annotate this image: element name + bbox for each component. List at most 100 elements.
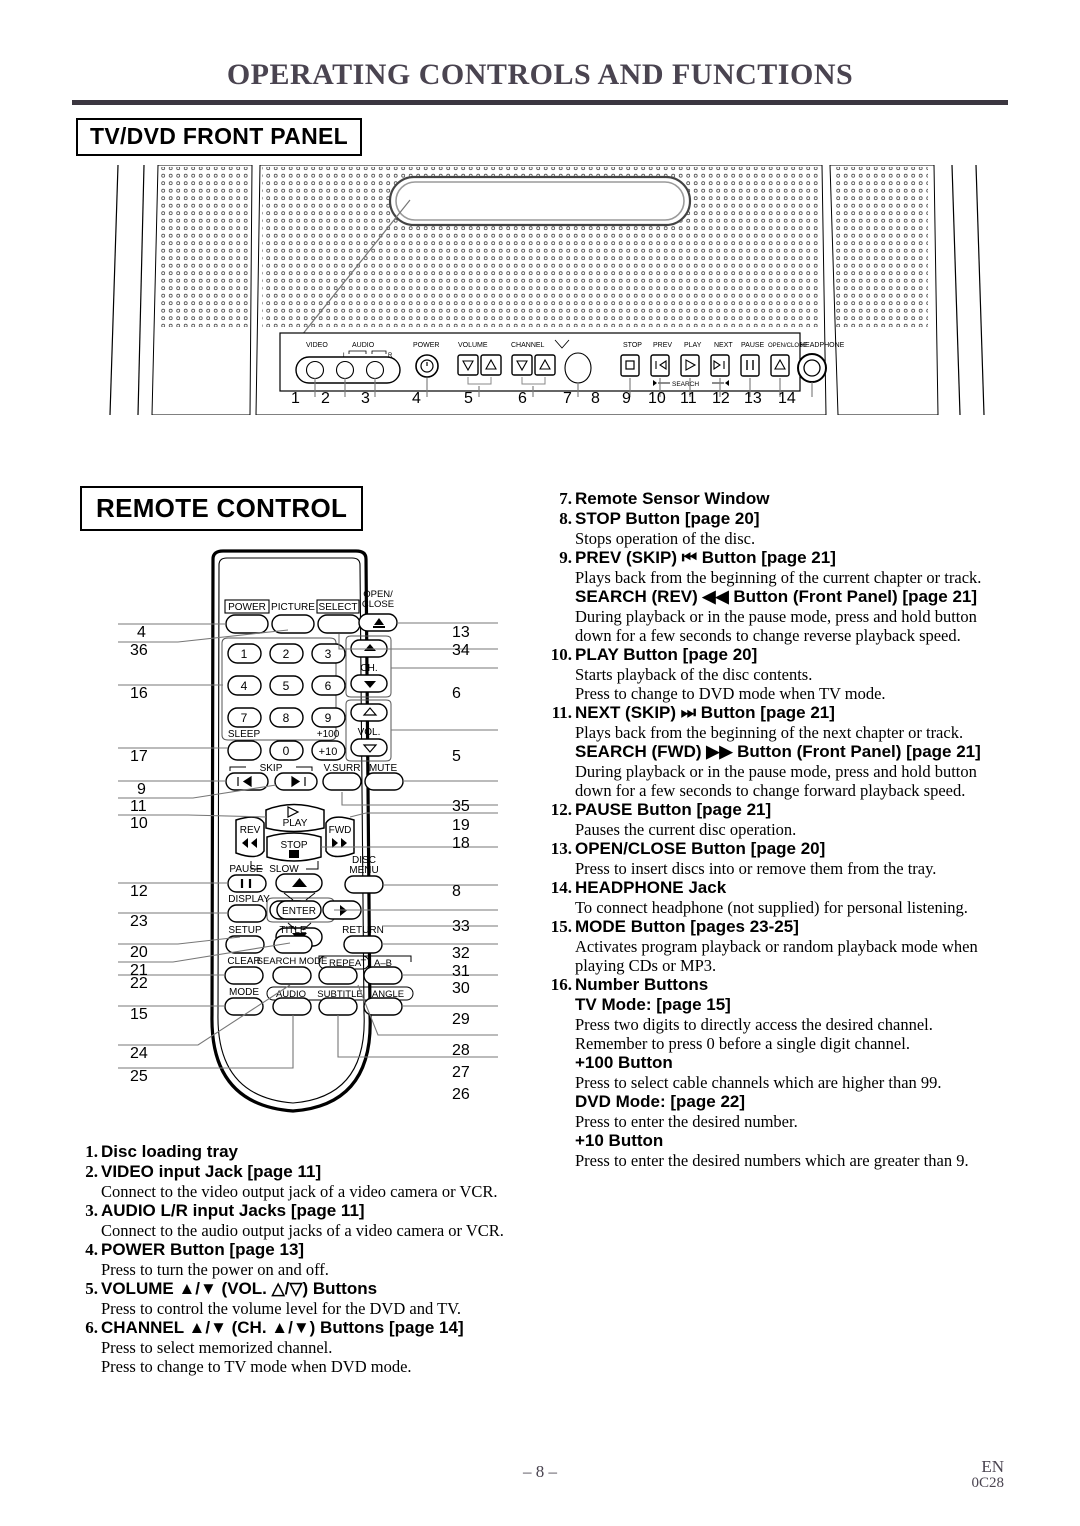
svg-text:4: 4 (241, 679, 248, 693)
svg-text:SETUP: SETUP (228, 925, 262, 936)
description-item: 11. NEXT (SKIP) ⏭ Button [page 21] Plays b… (545, 703, 1013, 800)
description-item-heading: 7. Remote Sensor Window (545, 489, 1013, 509)
description-item-heading: 5. VOLUME ▲/▼ (VOL. △/▽) Buttons (78, 1279, 540, 1299)
svg-text:3: 3 (325, 647, 332, 661)
description-item-number: 3. (85, 1200, 98, 1220)
fp-callout-9: 9 (622, 390, 631, 407)
description-item-title: PAUSE Button [page 21] (575, 800, 772, 820)
section-heading-front-panel: TV/DVD FRONT PANEL (76, 118, 362, 156)
description-list-left: 1. Disc loading tray 2. VIDEO input Jack [p… (78, 1142, 540, 1376)
rc-callout-right-5: 5 (452, 748, 461, 765)
description-item: 15. MODE Button [pages 23-25] Activates pr… (545, 917, 1013, 975)
description-item-number: 13. (550, 839, 572, 859)
fp-callout-11: 11 (680, 390, 697, 407)
svg-text:REV: REV (240, 825, 261, 836)
svg-text:6: 6 (325, 679, 332, 693)
svg-text:AUDIO: AUDIO (352, 342, 375, 349)
description-item: 10. PLAY Button [page 20] Starts playback … (545, 645, 1013, 703)
description-item-number: 7. (559, 489, 572, 508)
description-item-heading: 10. PLAY Button [page 20] (545, 645, 1013, 665)
svg-text:5: 5 (283, 679, 290, 693)
description-item-heading: 16. Number Buttons (545, 975, 1013, 995)
rc-callout-left-11: 11 (130, 798, 147, 815)
svg-text:2: 2 (283, 647, 290, 661)
description-item-title: VIDEO input Jack [page 11] (101, 1161, 322, 1181)
description-item-title: VOLUME ▲/▼ (VOL. △/▽) Buttons (101, 1278, 378, 1298)
description-item: 14. HEADPHONE Jack To connect headphone (n… (545, 878, 1013, 917)
rc-callout-left-36: 36 (130, 642, 148, 659)
svg-text:VOL.: VOL. (358, 727, 381, 738)
svg-text:8: 8 (283, 711, 290, 725)
svg-text:0: 0 (283, 744, 290, 758)
description-item: 4. POWER Button [page 13] Press to turn th… (78, 1240, 540, 1279)
description-item-number: 9. (559, 547, 572, 567)
description-item: 2. VIDEO input Jack [page 11] Connect to t… (78, 1162, 540, 1201)
description-item-body: Press to turn the power on and off. (101, 1259, 329, 1279)
description-item-body: Plays back from the beginning of the nex… (575, 723, 964, 742)
description-item-title: STOP Button [page 20] (575, 508, 760, 528)
rc-callout-right-30: 30 (452, 980, 470, 997)
description-item-title: AUDIO L/R input Jacks [page 11] (101, 1200, 365, 1220)
svg-text:STOP: STOP (623, 342, 642, 349)
remote-control-illustration: POWER PICTURE SELECT OPEN/ CLOSE 1 2 3 4… (118, 545, 498, 1135)
description-item-number: 4. (85, 1239, 98, 1259)
description-item-number: 12. (550, 800, 572, 820)
footer-code: 0C28 (971, 1474, 1004, 1491)
front-panel-illustration: VIDEO AUDIO L R POWER VOLUME CHANNEL STO… (100, 165, 990, 415)
svg-text:VIDEO: VIDEO (306, 342, 328, 349)
fp-callout-10: 10 (648, 390, 666, 407)
rc-callout-left-4: 4 (137, 624, 146, 641)
footer-page-number: – 8 – (523, 1462, 557, 1481)
footer-meta: EN 0C28 (971, 1458, 1004, 1492)
description-item-body: Stops operation of the disc. (575, 528, 756, 548)
description-item-body: Pauses the current disc operation. (575, 820, 797, 840)
fp-callout-13: 13 (744, 390, 762, 407)
description-item: 7. Remote Sensor Window (545, 489, 1013, 509)
description-item-title: PREV (SKIP) ⏮ Button [page 21] (575, 547, 836, 567)
description-item-title: MODE Button [pages 23-25] (575, 917, 799, 937)
description-item: 8. STOP Button [page 20] Stops operation o… (545, 509, 1013, 548)
rc-callout-left-24: 24 (130, 1045, 148, 1062)
rc-callout-left-20: 20 (130, 944, 148, 961)
svg-text:CHANNEL: CHANNEL (511, 342, 545, 349)
rc-callout-left-12: 12 (130, 883, 148, 900)
svg-text:+10: +10 (319, 746, 338, 758)
svg-text:CH.: CH. (360, 663, 377, 674)
title-divider (72, 100, 1008, 105)
svg-text:VOLUME: VOLUME (458, 342, 488, 349)
rc-callout-left-15: 15 (130, 1006, 148, 1023)
svg-text:PLAY: PLAY (684, 342, 702, 349)
svg-text:PICTURE: PICTURE (271, 602, 315, 613)
rc-callout-right-29: 29 (452, 1011, 470, 1028)
description-item-body: Press to change to DVD mode when TV mode… (575, 684, 886, 703)
description-subitem-body: During playback or in the pause mode, pr… (575, 762, 977, 801)
fp-callout-14: 14 (778, 390, 796, 407)
svg-text:FWD: FWD (329, 825, 352, 836)
description-item-body: Press to insert discs into or remove the… (575, 859, 937, 879)
description-item-heading: 6. CHANNEL ▲/▼ (CH. ▲/▼) Buttons [page 14… (78, 1318, 540, 1338)
rc-callout-right-26: 26 (452, 1086, 470, 1103)
svg-text:NEXT: NEXT (714, 342, 733, 349)
fp-callout-12: 12 (712, 390, 730, 407)
rc-callout-right-13: 13 (452, 624, 470, 641)
rc-callout-right-19: 19 (452, 817, 470, 834)
rc-callout-right-35: 35 (452, 798, 470, 815)
svg-text:SELECT: SELECT (319, 602, 358, 613)
description-item-heading: 4. POWER Button [page 13] (78, 1240, 540, 1260)
svg-text:+100: +100 (317, 729, 340, 740)
fp-callout-8: 8 (591, 390, 600, 407)
description-subitem-title: +10 Button (575, 1131, 664, 1151)
description-item-heading: 15. MODE Button [pages 23-25] (545, 917, 1013, 937)
description-subitem-body: Press to enter the desired numbers which… (575, 1151, 969, 1171)
svg-text:7: 7 (241, 711, 248, 725)
description-item: 6. CHANNEL ▲/▼ (CH. ▲/▼) Buttons [page 14… (78, 1318, 540, 1376)
svg-text:SKIP: SKIP (260, 763, 283, 774)
description-item-body: Starts playback of the disc contents. (575, 664, 813, 684)
description-item-title: OPEN/CLOSE Button [page 20] (575, 839, 826, 859)
svg-text:SLEEP: SLEEP (228, 729, 261, 740)
rc-callout-left-9: 9 (137, 781, 146, 798)
description-item-number: 5. (85, 1278, 98, 1298)
rc-callout-right-8: 8 (452, 883, 461, 900)
description-item-body: Press to control the volume level for th… (101, 1298, 462, 1318)
description-item-heading: 8. STOP Button [page 20] (545, 509, 1013, 529)
